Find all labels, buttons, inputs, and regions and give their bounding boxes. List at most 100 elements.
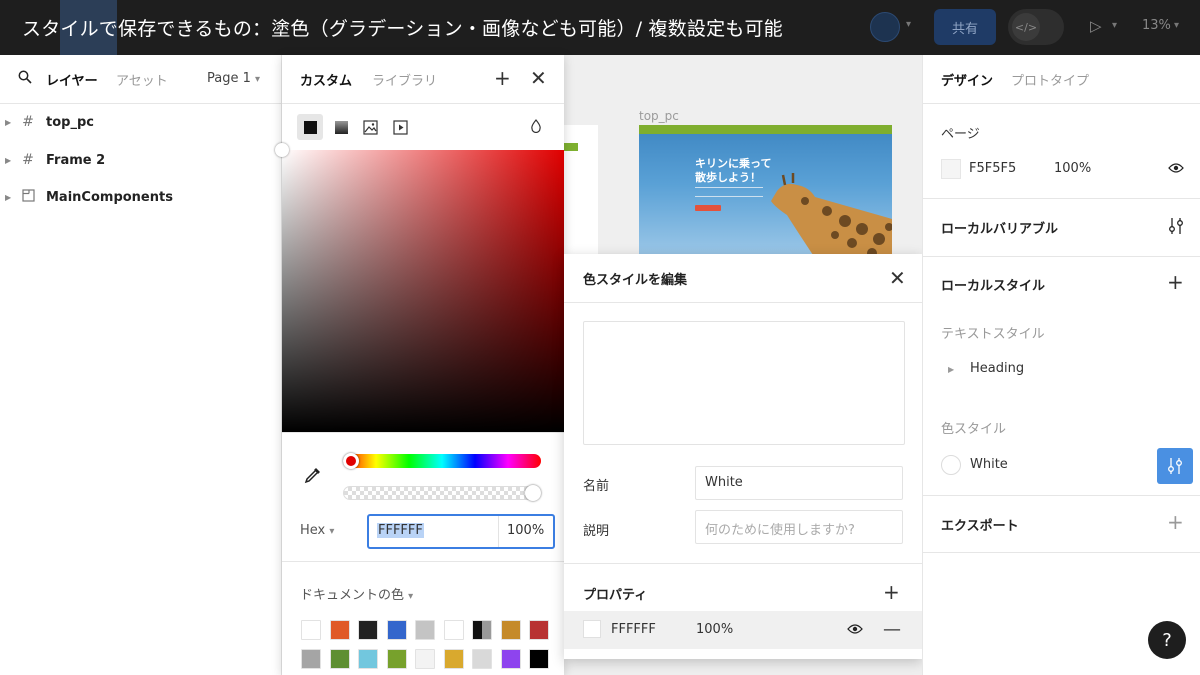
opacity-slider[interactable] — [343, 486, 541, 500]
caret-right-icon[interactable]: ▶ — [948, 365, 954, 374]
caret-right-icon[interactable]: ▶ — [5, 118, 11, 127]
color-value-box[interactable]: FFFFFF 100% — [367, 514, 555, 549]
page-color-opacity[interactable]: 100% — [1054, 161, 1091, 176]
page-color-swatch[interactable] — [941, 159, 961, 179]
chevron-down-icon: ▾ — [408, 591, 414, 602]
hex-input[interactable]: FFFFFF — [377, 523, 424, 538]
color-swatch[interactable] — [358, 649, 378, 669]
color-style-swatch[interactable] — [941, 455, 961, 475]
eye-icon[interactable] — [1168, 162, 1184, 178]
edit-style-button[interactable] — [1157, 448, 1193, 484]
color-swatch[interactable] — [415, 620, 435, 640]
color-swatch[interactable] — [472, 649, 492, 669]
fill-hex[interactable]: FFFFFF — [611, 622, 656, 637]
search-icon[interactable] — [18, 70, 32, 88]
export-title: エクスポート — [941, 519, 1019, 534]
color-swatch[interactable] — [358, 620, 378, 640]
color-swatch[interactable] — [301, 649, 321, 669]
opacity-input[interactable]: 100% — [507, 523, 544, 538]
layer-row-main-components[interactable]: ▶ MainComponents — [0, 179, 282, 215]
caret-right-icon[interactable]: ▶ — [5, 193, 11, 202]
tab-library[interactable]: ライブラリ — [372, 70, 437, 89]
color-swatch[interactable] — [329, 649, 350, 669]
color-swatch[interactable] — [386, 649, 407, 669]
tab-design[interactable]: デザイン — [941, 70, 993, 89]
video-paint-icon[interactable] — [387, 114, 413, 140]
sliders-icon — [1168, 458, 1182, 474]
style-preview — [583, 321, 905, 445]
properties-panel: デザイン プロトタイプ ページ F5F5F5 100% ローカルバリアブル ロー… — [922, 55, 1200, 675]
document-colors-select[interactable]: ドキュメントの色 ▾ — [300, 584, 413, 603]
hue-slider[interactable] — [343, 454, 541, 468]
layer-row-frame-2[interactable]: ▶ # Frame 2 — [0, 142, 282, 178]
plus-icon[interactable]: + — [1167, 270, 1184, 294]
color-swatch[interactable] — [529, 620, 549, 640]
tab-custom[interactable]: カスタム — [300, 70, 352, 89]
plus-icon[interactable]: + — [1167, 510, 1184, 534]
color-swatch[interactable] — [301, 620, 321, 640]
image-paint-icon[interactable] — [357, 114, 383, 140]
divider — [923, 103, 1200, 104]
fill-property-row[interactable]: FFFFFF 100% — — [564, 611, 922, 649]
frame-icon: # — [22, 152, 34, 168]
page-selector[interactable]: Page 1 ▾ — [207, 71, 260, 86]
name-label: 名前 — [583, 479, 610, 494]
chevron-down-icon[interactable]: ▾ — [906, 19, 911, 30]
page-section-title: ページ — [941, 127, 980, 142]
color-swatch[interactable] — [386, 620, 407, 640]
divider — [498, 516, 499, 547]
blend-mode-icon[interactable] — [530, 119, 542, 137]
saturation-value-field[interactable] — [282, 150, 564, 432]
solid-paint-icon[interactable] — [297, 114, 323, 140]
tab-prototype[interactable]: プロトタイプ — [1011, 70, 1089, 89]
color-swatch[interactable] — [500, 649, 521, 669]
help-button[interactable]: ? — [1148, 621, 1186, 659]
caret-right-icon[interactable]: ▶ — [5, 156, 11, 165]
minus-icon[interactable]: — — [883, 619, 901, 640]
close-icon[interactable]: ✕ — [889, 266, 906, 290]
dev-mode-toggle[interactable]: </> — [1008, 9, 1064, 45]
share-button[interactable]: 共有 — [934, 9, 996, 45]
tab-layers[interactable]: レイヤー — [46, 70, 98, 89]
plus-icon[interactable]: + — [883, 580, 900, 604]
color-format-select[interactable]: Hex ▾ — [300, 523, 334, 538]
divider — [564, 302, 922, 303]
color-swatch[interactable] — [443, 620, 464, 640]
color-field-handle[interactable] — [275, 143, 289, 157]
zoom-level[interactable]: 13% — [1142, 18, 1171, 33]
hero-text-lines — [695, 187, 763, 197]
tab-assets[interactable]: アセット — [116, 70, 168, 89]
layer-name: MainComponents — [46, 189, 173, 205]
close-icon[interactable]: ✕ — [530, 66, 547, 90]
hue-slider-handle[interactable] — [343, 453, 359, 469]
properties-label: プロパティ — [583, 588, 648, 603]
text-style-item[interactable]: Heading — [970, 361, 1024, 376]
color-style-item[interactable]: White — [970, 457, 1008, 472]
fill-opacity[interactable]: 100% — [696, 622, 733, 637]
eyedropper-icon[interactable] — [304, 466, 322, 488]
color-swatch[interactable] — [329, 620, 350, 640]
eye-icon[interactable] — [847, 623, 863, 639]
color-swatch[interactable] — [472, 620, 492, 640]
style-description-input[interactable]: 何のために使用しますか? — [695, 510, 903, 544]
layer-row-top-pc[interactable]: ▶ # top_pc — [0, 104, 282, 140]
color-swatch[interactable] — [443, 649, 464, 669]
chevron-down-icon[interactable]: ▾ — [1112, 20, 1117, 31]
top-pc-frame[interactable]: キリンに乗って 散歩しよう！ — [639, 125, 892, 257]
page-color-hex[interactable]: F5F5F5 — [969, 161, 1016, 176]
color-swatch[interactable] — [529, 649, 549, 669]
opacity-slider-handle[interactable] — [525, 485, 541, 501]
gradient-paint-icon[interactable] — [328, 114, 354, 140]
fill-swatch[interactable] — [583, 620, 601, 638]
user-avatar[interactable] — [870, 12, 900, 42]
play-icon[interactable]: ▷ — [1090, 17, 1102, 35]
sliders-icon[interactable] — [1168, 217, 1184, 239]
edit-color-style-dialog: 色スタイルを編集 ✕ 名前 White 説明 何のために使用しますか? プロパテ… — [564, 254, 922, 659]
chevron-down-icon[interactable]: ▾ — [1174, 20, 1179, 31]
chevron-down-icon: ▾ — [255, 74, 261, 85]
plus-icon[interactable]: + — [494, 66, 511, 90]
style-name-input[interactable]: White — [695, 466, 903, 500]
color-swatch[interactable] — [500, 620, 521, 640]
frame-label[interactable]: top_pc — [639, 109, 679, 123]
color-swatch[interactable] — [415, 649, 435, 669]
